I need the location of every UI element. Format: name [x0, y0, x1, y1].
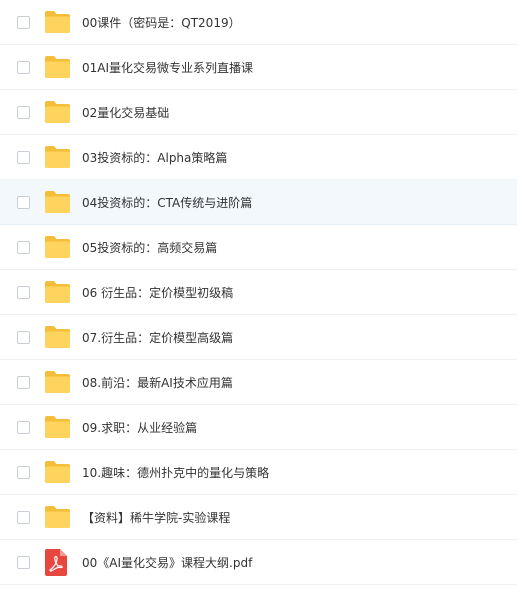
folder-icon — [44, 235, 71, 259]
row-checkbox[interactable] — [17, 510, 30, 524]
file-row[interactable]: 07.衍生品：定价模型高级篇 — [0, 315, 517, 360]
row-checkbox[interactable] — [17, 375, 30, 389]
file-row[interactable]: 10.趣味：德州扑克中的量化与策略 — [0, 450, 517, 495]
file-list: 00课件（密码是：QT2019） 01AI量化交易微专业系列直播课 02量化交易… — [0, 0, 517, 585]
row-checkbox[interactable] — [17, 465, 30, 479]
file-name[interactable]: 08.前沿：最新AI技术应用篇 — [82, 374, 233, 391]
folder-icon — [44, 280, 71, 304]
folder-icon — [44, 325, 71, 349]
file-name[interactable]: 00《AI量化交易》课程大纲.pdf — [82, 554, 252, 571]
file-name[interactable]: 09.求职：从业经验篇 — [82, 419, 197, 436]
file-row[interactable]: 01AI量化交易微专业系列直播课 — [0, 45, 517, 90]
file-name[interactable]: 03投资标的：Alpha策略篇 — [82, 149, 227, 166]
file-row[interactable]: 08.前沿：最新AI技术应用篇 — [0, 360, 517, 405]
file-row[interactable]: 【资料】稀牛学院-实验课程 — [0, 495, 517, 540]
row-checkbox[interactable] — [17, 240, 30, 254]
folder-icon — [44, 190, 71, 214]
file-row[interactable]: 06 衍生品：定价模型初级稿 — [0, 270, 517, 315]
folder-icon — [44, 100, 71, 124]
file-row[interactable]: 09.求职：从业经验篇 — [0, 405, 517, 450]
file-name[interactable]: 06 衍生品：定价模型初级稿 — [82, 284, 233, 301]
file-name[interactable]: 05投资标的：高频交易篇 — [82, 239, 217, 256]
file-row[interactable]: 05投资标的：高频交易篇 — [0, 225, 517, 270]
file-name[interactable]: 10.趣味：德州扑克中的量化与策略 — [82, 464, 269, 481]
file-name[interactable]: 01AI量化交易微专业系列直播课 — [82, 59, 253, 76]
row-checkbox[interactable] — [17, 420, 30, 434]
row-checkbox[interactable] — [17, 15, 30, 29]
file-name[interactable]: 04投资标的：CTA传统与进阶篇 — [82, 194, 252, 211]
file-name[interactable]: 02量化交易基础 — [82, 104, 169, 121]
file-name[interactable]: 07.衍生品：定价模型高级篇 — [82, 329, 233, 346]
row-checkbox[interactable] — [17, 195, 30, 209]
folder-icon — [44, 370, 71, 394]
row-checkbox[interactable] — [17, 60, 30, 74]
row-checkbox[interactable] — [17, 330, 30, 344]
file-row[interactable]: 02量化交易基础 — [0, 90, 517, 135]
file-name[interactable]: 【资料】稀牛学院-实验课程 — [82, 509, 230, 526]
folder-icon — [44, 505, 71, 529]
row-checkbox[interactable] — [17, 285, 30, 299]
row-checkbox[interactable] — [17, 105, 30, 119]
folder-icon — [44, 460, 71, 484]
pdf-icon — [45, 548, 67, 576]
file-row[interactable]: 00课件（密码是：QT2019） — [0, 0, 517, 45]
file-row[interactable]: 03投资标的：Alpha策略篇 — [0, 135, 517, 180]
folder-icon — [44, 10, 71, 34]
folder-icon — [44, 145, 71, 169]
file-row[interactable]: 00《AI量化交易》课程大纲.pdf — [0, 540, 517, 585]
row-checkbox[interactable] — [17, 150, 30, 164]
folder-icon — [44, 415, 71, 439]
row-checkbox[interactable] — [17, 555, 30, 569]
file-name[interactable]: 00课件（密码是：QT2019） — [82, 14, 241, 31]
file-row-hovered[interactable]: 04投资标的：CTA传统与进阶篇 — [0, 180, 517, 225]
folder-icon — [44, 55, 71, 79]
